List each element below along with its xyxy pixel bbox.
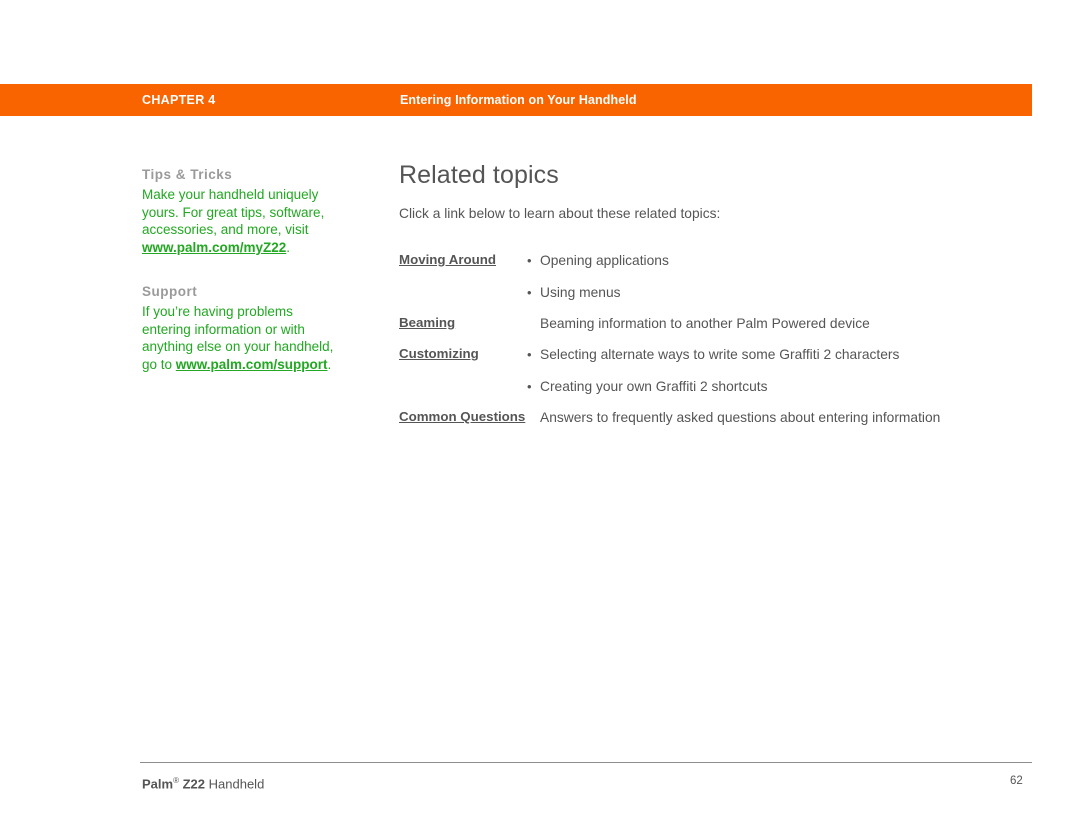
footer-divider: [140, 762, 1032, 763]
table-row: Moving Around • Opening applications • U…: [399, 251, 999, 302]
sidebar-block-support: Support If you’re having problems enteri…: [142, 283, 342, 374]
sidebar-block-tips: Tips & Tricks Make your handheld uniquel…: [142, 166, 342, 257]
sidebar-heading-tips: Tips & Tricks: [142, 167, 233, 182]
list-item: • Selecting alternate ways to write some…: [527, 345, 999, 364]
bullet-icon: •: [527, 347, 532, 362]
chapter-title-label: Entering Information on Your Handheld: [400, 93, 637, 107]
sidebar: Tips & Tricks Make your handheld uniquel…: [142, 166, 342, 400]
page-number: 62: [1010, 775, 1023, 787]
bullet-icon: •: [527, 285, 532, 300]
list-item-text: Creating your own Graffiti 2 shortcuts: [540, 379, 768, 394]
list-item-text: Opening applications: [540, 253, 669, 268]
topic-link-beaming[interactable]: Beaming: [399, 315, 455, 330]
topic-description-cell: • Opening applications • Using menus: [527, 251, 999, 302]
registered-mark-icon: ®: [173, 776, 179, 785]
topic-description-cell: Answers to frequently asked questions ab…: [527, 408, 999, 427]
sidebar-body-support: If you’re having problems entering infor…: [142, 303, 342, 374]
list-item-text: Using menus: [540, 285, 621, 300]
topic-link-cell: Moving Around: [399, 251, 527, 269]
chapter-header-bar: CHAPTER 4 Entering Information on Your H…: [0, 84, 1032, 116]
list-item-text: Beaming information to another Palm Powe…: [540, 316, 870, 331]
sidebar-heading-support: Support: [142, 283, 198, 299]
topic-description-cell: Beaming information to another Palm Powe…: [527, 314, 999, 333]
sidebar-link-support[interactable]: www.palm.com/support: [176, 357, 328, 372]
table-row: Customizing • Selecting alternate ways t…: [399, 345, 999, 396]
bullet-icon: •: [527, 253, 532, 268]
topic-link-customizing[interactable]: Customizing: [399, 346, 479, 361]
sidebar-link-myz22[interactable]: www.palm.com/myZ22: [142, 240, 286, 255]
table-row: Common Questions Answers to frequently a…: [399, 408, 999, 427]
list-item: • Creating your own Graffiti 2 shortcuts: [527, 377, 999, 396]
sidebar-tips-text-end: .: [286, 240, 291, 256]
page-title: Related topics: [399, 161, 559, 189]
chapter-number-label: CHAPTER 4: [142, 93, 216, 107]
topic-link-cell: Customizing: [399, 345, 527, 363]
list-item: Beaming information to another Palm Powe…: [527, 314, 999, 333]
topic-description-cell: • Selecting alternate ways to write some…: [527, 345, 999, 396]
sidebar-support-text-end: .: [327, 356, 332, 372]
footer-product-label: Palm® Z22 Handheld: [142, 772, 264, 792]
related-topics-table: Moving Around • Opening applications • U…: [399, 251, 999, 427]
topic-link-moving-around[interactable]: Moving Around: [399, 252, 496, 267]
list-item: Answers to frequently asked questions ab…: [527, 408, 999, 427]
footer-model: Z22: [182, 776, 206, 792]
footer-product: Handheld: [208, 776, 265, 792]
topic-link-cell: Beaming: [399, 314, 527, 332]
main-content: Related topics Click a link below to lea…: [399, 160, 999, 439]
list-item: • Using menus: [527, 283, 999, 302]
bullet-icon: •: [527, 379, 532, 394]
topic-link-common-questions[interactable]: Common Questions: [399, 409, 525, 424]
topic-link-cell: Common Questions: [399, 408, 527, 426]
list-item-text: Answers to frequently asked questions ab…: [540, 410, 941, 425]
footer-brand: Palm: [142, 776, 174, 792]
table-row: Beaming Beaming information to another P…: [399, 314, 999, 333]
sidebar-tips-text: Make your handheld uniquely yours. For g…: [142, 187, 325, 238]
list-item-text: Selecting alternate ways to write some G…: [540, 347, 900, 362]
sidebar-body-tips: Make your handheld uniquely yours. For g…: [142, 186, 342, 257]
intro-paragraph: Click a link below to learn about these …: [399, 206, 721, 221]
list-item: • Opening applications: [527, 251, 999, 270]
